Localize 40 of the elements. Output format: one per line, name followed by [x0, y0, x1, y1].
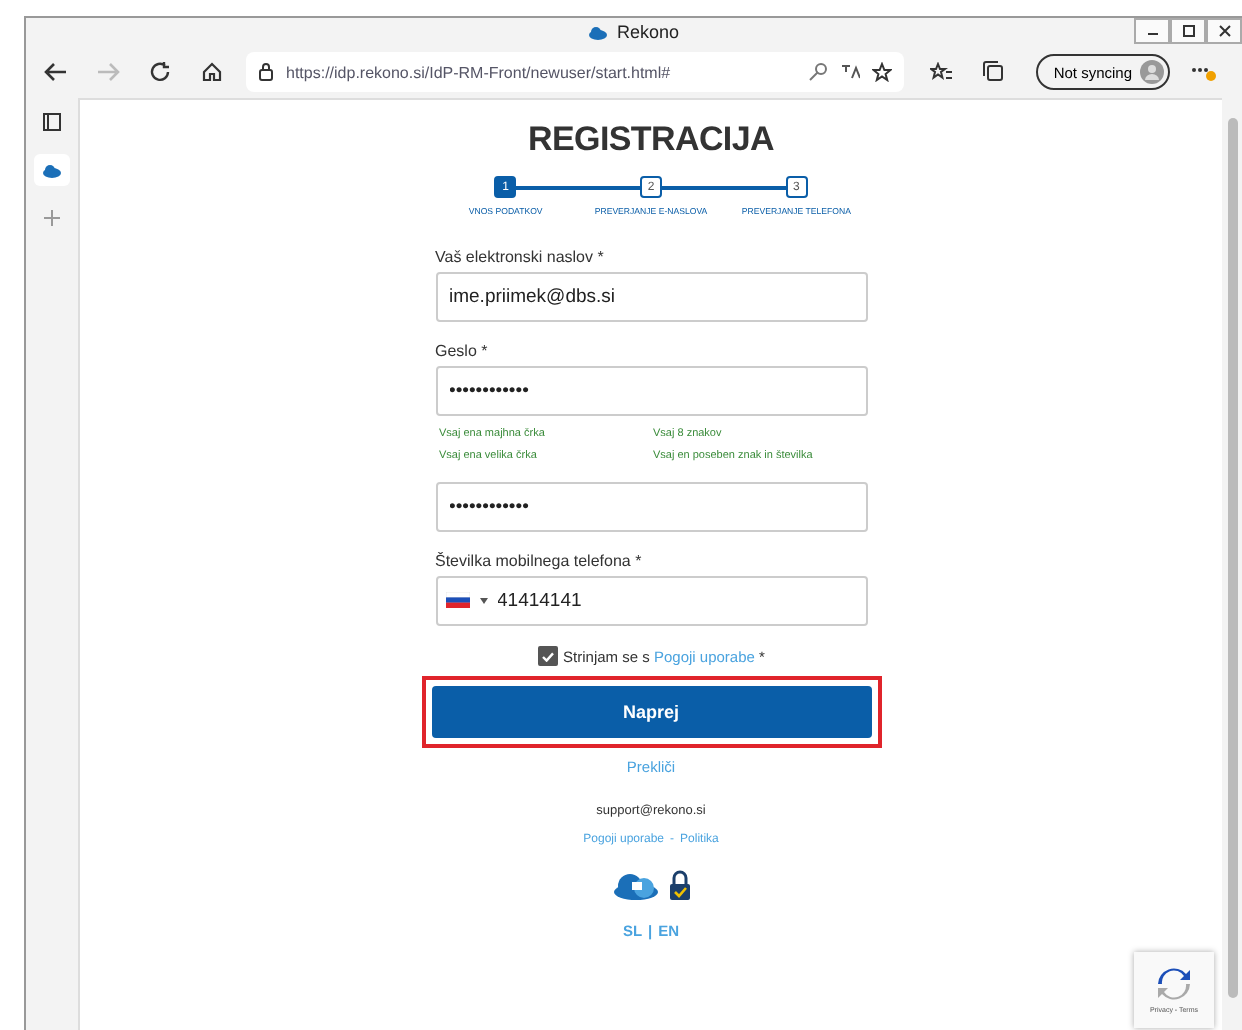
window-title: Rekono [616, 22, 680, 42]
maximize-button[interactable] [1170, 18, 1206, 44]
avatar-icon [1140, 60, 1164, 84]
address-bar[interactable]: https://idp.rekono.si/IdP-RM-Front/newuser/start.html# [246, 52, 904, 92]
field-label: Geslo * [435, 342, 490, 360]
sidebar-tab[interactable] [34, 154, 70, 186]
terms-checkbox[interactable] [537, 646, 558, 666]
home-icon[interactable] [200, 60, 224, 84]
recaptcha-icon [1156, 967, 1192, 999]
email-field[interactable]: ime.priimek@dbs.si [435, 272, 867, 322]
scrollbar-thumb[interactable] [1227, 118, 1237, 998]
close-icon [1217, 24, 1231, 38]
page-title: REGISTRACIJA [528, 120, 774, 160]
password-field[interactable]: •••••••••••• [435, 366, 867, 416]
next-button[interactable]: Naprej [431, 686, 871, 738]
key-icon [807, 62, 828, 82]
collections-icon[interactable] [981, 60, 1006, 84]
minimize-button[interactable] [1134, 18, 1170, 44]
flag-icon [445, 592, 469, 608]
favorite-star-icon[interactable] [871, 62, 892, 82]
field-label: Številka mobilnega telefona * [435, 552, 644, 570]
favorites-icon[interactable] [929, 62, 954, 82]
translate-icon [839, 62, 860, 82]
new-tab-icon[interactable] [42, 208, 62, 228]
url-text: https://idp.rekono.si/IdP-RM-Front/newuser/start.html# [286, 63, 673, 81]
close-button[interactable] [1206, 18, 1242, 44]
cloud-logo-icon [611, 872, 659, 900]
padlock-icon [667, 870, 691, 902]
phone-field[interactable]: 41414141 [435, 576, 867, 626]
lock-icon [258, 62, 274, 82]
back-arrow-icon[interactable] [44, 62, 68, 82]
maximize-icon [1181, 24, 1195, 38]
cloud-icon [588, 25, 609, 39]
cloud-icon [42, 163, 62, 177]
tab-actions-icon[interactable] [42, 112, 62, 132]
caret-icon[interactable] [479, 597, 487, 603]
password-repeat-field[interactable]: •••••••••••• [435, 482, 867, 532]
field-label: Vaš elektronski naslov * [435, 248, 606, 266]
refresh-icon[interactable] [148, 60, 172, 84]
more-menu-icon[interactable] [1190, 62, 1218, 82]
